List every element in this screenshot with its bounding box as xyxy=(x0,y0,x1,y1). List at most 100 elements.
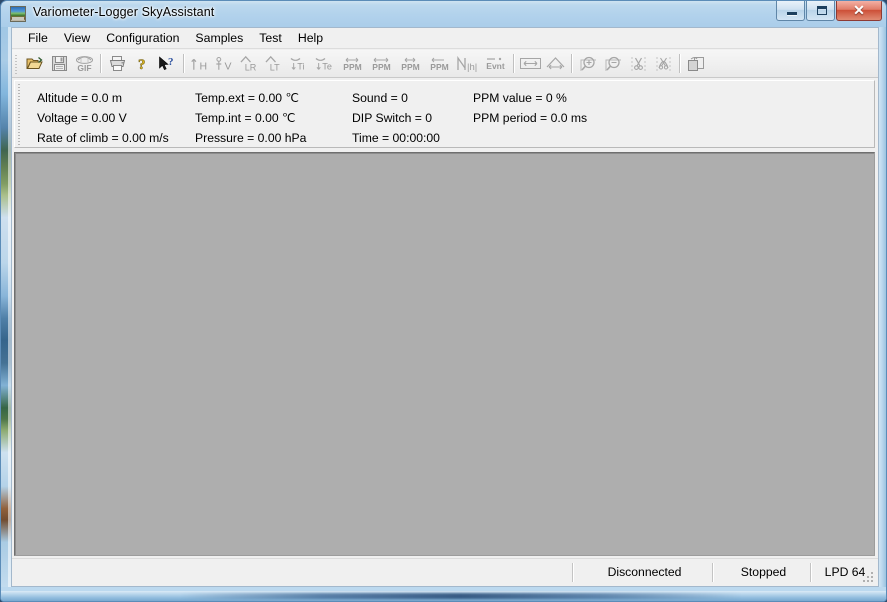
toolbar: GIF ? ? H V LR LT Ti Te PPM PPM PPM PPM … xyxy=(12,50,878,78)
status-recording: Stopped xyxy=(740,565,787,579)
reading-voltage: Voltage = 0.00 V xyxy=(37,111,127,125)
export-gif-label: GIF xyxy=(77,62,92,73)
app-landscape-icon xyxy=(10,6,26,22)
ppm-range-icon[interactable]: PPM xyxy=(426,53,453,75)
readings-panel-drag-grip[interactable] xyxy=(17,84,22,145)
zoom-in-icon[interactable] xyxy=(577,53,600,75)
trim-selection-icon[interactable] xyxy=(652,53,675,75)
voltage-v-glyph: V xyxy=(216,56,232,72)
minimize-icon xyxy=(787,12,797,15)
temp-int-ti-glyph: Ti xyxy=(290,57,305,71)
open-folder-glyph xyxy=(26,57,43,69)
measure-width-glyph xyxy=(520,58,541,69)
context-help-glyph: ? xyxy=(159,56,174,70)
reading-sound: Sound = 0 xyxy=(352,91,408,105)
open-folder-icon[interactable] xyxy=(23,53,46,75)
svg-text:LT: LT xyxy=(270,63,280,72)
window-controls: ✕ xyxy=(775,1,882,22)
event-evnt-icon[interactable]: Evnt xyxy=(482,53,509,75)
statusbar-divider-2 xyxy=(712,563,714,582)
toolbar-drag-grip[interactable] xyxy=(14,52,20,75)
menu-configuration[interactable]: Configuration xyxy=(98,29,187,48)
status-bar: Disconnected Stopped LPD 64 xyxy=(12,558,878,586)
help-question-icon[interactable]: ? xyxy=(131,53,154,75)
temp-ext-te-glyph: Te xyxy=(315,57,332,71)
cut-scissors-icon[interactable] xyxy=(627,53,650,75)
altitude-h-icon[interactable]: H xyxy=(189,53,212,75)
cut-scissors-glyph xyxy=(631,56,646,71)
window-bottom-sheen xyxy=(181,593,741,599)
save-floppy-glyph xyxy=(52,56,67,71)
trim-selection-glyph xyxy=(656,56,671,71)
event-evnt-label: Evnt xyxy=(486,61,505,72)
application-window: Variometer-Logger SkyAssistant ✕ File Vi… xyxy=(0,0,887,602)
statusbar-divider-1 xyxy=(572,563,574,582)
noise-nh-glyph: |h| xyxy=(457,55,477,72)
menu-file[interactable]: File xyxy=(20,29,56,48)
zoom-in-glyph xyxy=(580,56,596,71)
temp-int-ti-icon[interactable]: Ti xyxy=(289,53,312,75)
reading-temp-ext: Temp.ext = 0.00 ℃ xyxy=(195,91,300,105)
reading-altitude: Altitude = 0.0 m xyxy=(37,91,123,105)
menu-bar: File View Configuration Samples Test Hel… xyxy=(12,28,878,49)
zoom-out-icon[interactable] xyxy=(602,53,625,75)
menu-help[interactable]: Help xyxy=(290,29,331,48)
reading-pressure: Pressure = 0.00 hPa xyxy=(195,131,307,145)
rate-lt-icon[interactable]: LT xyxy=(264,53,287,75)
close-icon: ✕ xyxy=(853,2,865,18)
restore-icon xyxy=(817,6,827,15)
menu-view[interactable]: View xyxy=(56,29,98,48)
restore-button[interactable] xyxy=(806,1,835,21)
svg-text:Te: Te xyxy=(322,61,332,71)
toolbar-separator-5 xyxy=(679,54,681,73)
zoom-out-glyph xyxy=(605,56,621,71)
reading-temp-int: Temp.int = 0.00 ℃ xyxy=(195,111,296,125)
altitude-h-glyph: H xyxy=(191,58,208,72)
ppm-period-label: PPM xyxy=(372,61,391,72)
ppm-width-label: PPM xyxy=(401,61,420,72)
copy-page-glyph xyxy=(688,56,704,71)
svg-text:LR: LR xyxy=(245,63,257,72)
measure-peak-glyph xyxy=(546,57,565,70)
menu-samples[interactable]: Samples xyxy=(187,29,251,48)
toolbar-separator-2 xyxy=(183,54,185,73)
ppm-period-icon[interactable]: PPM xyxy=(368,53,395,75)
ppm-width-icon[interactable]: PPM xyxy=(397,53,424,75)
svg-text:|h|: |h| xyxy=(467,62,477,72)
rate-lr-glyph: LR xyxy=(240,55,257,72)
reading-rate-of-climb: Rate of climb = 0.00 m/s xyxy=(37,131,169,145)
measure-peak-icon[interactable] xyxy=(544,53,567,75)
temp-ext-te-icon[interactable]: Te xyxy=(314,53,337,75)
window-title: Variometer-Logger SkyAssistant xyxy=(33,5,215,19)
ppm-range-label: PPM xyxy=(430,61,449,72)
status-connection: Disconnected xyxy=(607,565,682,579)
close-button[interactable]: ✕ xyxy=(836,1,882,21)
statusbar-divider-3 xyxy=(810,563,812,582)
title-bar[interactable]: Variometer-Logger SkyAssistant ✕ xyxy=(1,1,886,28)
measure-width-icon[interactable] xyxy=(519,53,542,75)
export-gif-icon[interactable]: GIF xyxy=(73,53,96,75)
reading-time: Time = 00:00:00 xyxy=(352,131,440,145)
copy-page-icon[interactable] xyxy=(685,53,708,75)
voltage-v-icon[interactable]: V xyxy=(214,53,237,75)
print-glyph xyxy=(109,56,126,71)
toolbar-separator-3 xyxy=(513,54,515,73)
noise-nh-icon[interactable]: |h| xyxy=(455,53,480,75)
svg-text:H: H xyxy=(200,60,208,71)
help-question-glyph: ? xyxy=(138,56,146,72)
readings-panel: Altitude = 0.0 m Voltage = 0.00 V Rate o… xyxy=(14,80,875,148)
rate-lt-glyph: LT xyxy=(265,55,280,72)
toolbar-separator-4 xyxy=(571,54,573,73)
rate-lr-icon[interactable]: LR xyxy=(239,53,262,75)
svg-text:?: ? xyxy=(138,57,146,72)
context-help-arrow-icon[interactable]: ? xyxy=(156,53,179,75)
print-icon[interactable] xyxy=(106,53,129,75)
minimize-button[interactable] xyxy=(776,1,805,21)
reading-dip-switch: DIP Switch = 0 xyxy=(352,111,433,125)
ppm-value-icon[interactable]: PPM xyxy=(339,53,366,75)
menu-test[interactable]: Test xyxy=(251,29,290,48)
client-area: File View Configuration Samples Test Hel… xyxy=(11,27,879,587)
save-floppy-icon[interactable] xyxy=(48,53,71,75)
resize-grip-icon[interactable] xyxy=(863,572,875,584)
mdi-workspace[interactable] xyxy=(14,152,875,556)
